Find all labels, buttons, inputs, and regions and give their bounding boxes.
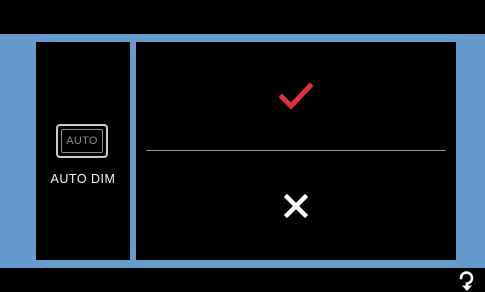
auto-dim-screen: AUTO AUTO DIM <box>0 0 485 292</box>
dialog-frame: AUTO AUTO DIM <box>0 34 485 268</box>
cancel-button[interactable] <box>136 152 456 260</box>
top-bar <box>0 0 485 34</box>
setting-panel: AUTO AUTO DIM <box>36 42 130 260</box>
bottom-bar <box>0 268 485 292</box>
auto-dim-icon: AUTO <box>56 124 108 158</box>
back-button[interactable] <box>455 270 477 292</box>
x-icon <box>284 194 308 218</box>
options-panel <box>136 42 456 260</box>
auto-icon-text: AUTO <box>61 129 103 153</box>
setting-label: AUTO DIM <box>50 172 116 186</box>
back-arrow-icon <box>459 271 474 291</box>
checkmark-icon <box>279 82 313 110</box>
confirm-button[interactable] <box>136 42 456 150</box>
divider <box>146 150 446 151</box>
